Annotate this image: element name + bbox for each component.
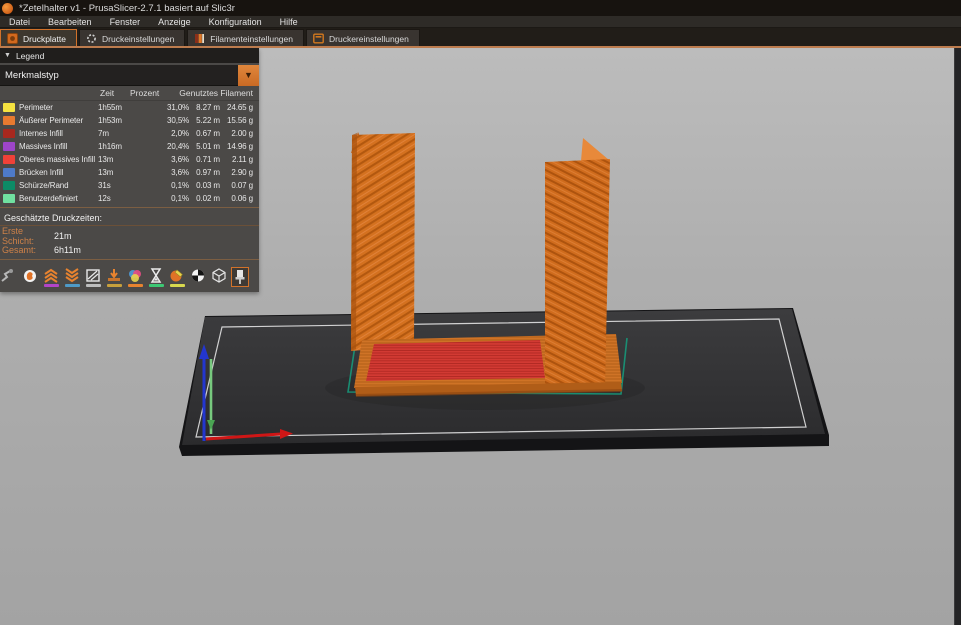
color-chip bbox=[3, 103, 15, 112]
col-filament: Genutztes Filament bbox=[179, 88, 253, 98]
print-times-heading: Geschätzte Druckzeiten: bbox=[0, 210, 259, 226]
model-right-wall bbox=[545, 138, 610, 392]
separator bbox=[0, 259, 259, 260]
color-changes-icon[interactable] bbox=[126, 268, 144, 287]
tab-filamenteinstellungen[interactable]: Filamenteinstellungen bbox=[187, 29, 304, 47]
legend-row-massives-infill[interactable]: Massives Infill 1h16m 20,4% 5.01 m 14.96… bbox=[0, 140, 259, 153]
view-mode-value: Merkmalstyp bbox=[5, 69, 59, 81]
first-layer-time-row: Erste Schicht: 21m bbox=[2, 226, 72, 246]
right-panel-edge bbox=[954, 48, 961, 625]
color-chip bbox=[3, 142, 15, 151]
color-chip bbox=[3, 129, 15, 138]
dropdown-button[interactable]: ▼ bbox=[238, 64, 259, 86]
travel-icon[interactable] bbox=[0, 268, 18, 287]
legend-panel: ▼ Legend Merkmalstyp ▼ Zeit Prozent Genu… bbox=[0, 48, 259, 292]
view-mode-dropdown[interactable]: Merkmalstyp ▼ bbox=[0, 64, 259, 86]
legend-row-oberes-massives-infill[interactable]: Oberes massives Infill 13m 3,6% 0.71 m 2… bbox=[0, 153, 259, 166]
color-chip bbox=[3, 194, 15, 203]
total-time-row: Gesamt: 6h11m bbox=[2, 245, 81, 255]
legend-row-aeusserer-perimeter[interactable]: Äußerer Perimeter 1h53m 30,5% 5.22 m 15.… bbox=[0, 114, 259, 127]
menu-konfiguration[interactable]: Konfiguration bbox=[200, 16, 271, 27]
separator bbox=[0, 207, 259, 208]
menu-datei[interactable]: Datei bbox=[0, 16, 39, 27]
deretractions-icon[interactable] bbox=[42, 268, 60, 287]
print-pauses-icon[interactable] bbox=[147, 268, 165, 287]
legend-row-schuerze-rand[interactable]: Schürze/Rand 31s 0,1% 0.03 m 0.07 g bbox=[0, 179, 259, 192]
color-chip bbox=[3, 168, 15, 177]
prusaslicer-logo-icon bbox=[2, 2, 13, 14]
gear-icon bbox=[87, 34, 96, 43]
legend-row-internes-infill[interactable]: Internes Infill 7m 2,0% 0.67 m 2.00 g bbox=[0, 127, 259, 140]
legend-pin-icon[interactable] bbox=[231, 267, 249, 287]
plate-icon bbox=[7, 33, 18, 44]
col-prozent: Prozent bbox=[130, 88, 160, 98]
menu-bearbeiten[interactable]: Bearbeiten bbox=[39, 16, 101, 27]
color-chip bbox=[3, 181, 15, 190]
preview-toolbar bbox=[0, 263, 259, 292]
printer-icon bbox=[313, 33, 324, 44]
tab-druckereinstellungen[interactable]: Druckereinstellungen bbox=[306, 29, 420, 47]
chevron-down-icon: ▼ bbox=[244, 70, 253, 80]
menu-bar: Datei Bearbeiten Fenster Anzeige Konfigu… bbox=[0, 16, 961, 28]
legend-header[interactable]: ▼ Legend bbox=[0, 48, 259, 63]
title-bar: *Zetelhalter v1 - PrusaSlicer-2.7.1 basi… bbox=[0, 0, 961, 16]
color-chip bbox=[3, 116, 15, 125]
seams-icon[interactable] bbox=[84, 268, 102, 287]
settings-tab-bar: Druckplatte Druckeinstellungen Filamente… bbox=[0, 28, 961, 47]
color-chip bbox=[3, 155, 15, 164]
tab-druckeinstellungen[interactable]: Druckeinstellungen bbox=[79, 29, 186, 47]
col-zeit: Zeit bbox=[100, 88, 115, 98]
filament-icon bbox=[195, 34, 205, 43]
legend-title: Legend bbox=[15, 50, 45, 61]
retractions-icon[interactable] bbox=[63, 268, 81, 287]
menu-hilfe[interactable]: Hilfe bbox=[271, 16, 307, 27]
legend-row-perimeter[interactable]: Perimeter 1h55m 31,0% 8.27 m 24.65 g bbox=[0, 101, 259, 114]
menu-fenster[interactable]: Fenster bbox=[101, 16, 150, 27]
3d-viewport[interactable]: ▼ Legend Merkmalstyp ▼ Zeit Prozent Genu… bbox=[0, 48, 961, 625]
legend-rows: Perimeter 1h55m 31,0% 8.27 m 24.65 g Äuß… bbox=[0, 101, 259, 205]
tab-druckplatte[interactable]: Druckplatte bbox=[0, 29, 77, 47]
legend-row-bruecken-infill[interactable]: Brücken Infill 13m 3,6% 0.97 m 2.90 g bbox=[0, 166, 259, 179]
custom-gcodes-icon[interactable] bbox=[168, 268, 186, 287]
tool-changes-icon[interactable] bbox=[105, 268, 123, 287]
collapse-triangle-icon: ▼ bbox=[4, 52, 11, 59]
model-left-wall bbox=[351, 132, 415, 351]
wipe-icon[interactable] bbox=[21, 268, 39, 287]
tab-accent-line bbox=[0, 46, 961, 48]
legend-row-benutzerdefiniert[interactable]: Benutzerdefiniert 12s 0,1% 0.02 m 0.06 g bbox=[0, 192, 259, 205]
legend-column-headers: Zeit Prozent Genutztes Filament bbox=[0, 86, 259, 101]
prusaslicer-window: *Zetelhalter v1 - PrusaSlicer-2.7.1 basi… bbox=[0, 0, 961, 625]
center-of-gravity-icon[interactable] bbox=[189, 268, 207, 287]
window-title: *Zetelhalter v1 - PrusaSlicer-2.7.1 basi… bbox=[19, 2, 235, 14]
shells-icon[interactable] bbox=[210, 268, 228, 287]
menu-anzeige[interactable]: Anzeige bbox=[149, 16, 200, 27]
